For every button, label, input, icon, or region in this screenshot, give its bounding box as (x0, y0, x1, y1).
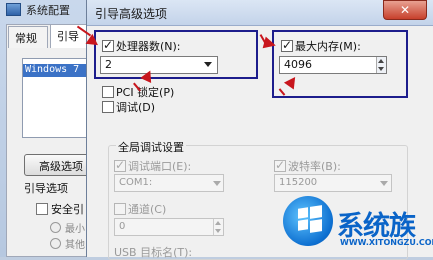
debug-label: 调试(D) (116, 101, 156, 114)
spin-down-icon[interactable] (215, 229, 221, 233)
windows-logo-pane (310, 205, 322, 219)
debug-port-dropdown[interactable]: COM1: (114, 174, 224, 192)
windows-logo-pane (298, 219, 308, 231)
windows-logo-pane (310, 219, 322, 233)
baud-rate-label: 波特率(B): (288, 160, 341, 173)
windows-logo-pane (298, 207, 308, 219)
chevron-down-icon (213, 181, 221, 186)
spin-up-icon[interactable] (215, 221, 221, 225)
advanced-options-button[interactable]: 高级选项 (24, 154, 92, 176)
close-button[interactable]: ✕ (383, 0, 427, 20)
watermark-logo-icon (283, 196, 333, 246)
pci-lock-label: PCI 锁定(P) (116, 86, 175, 99)
system-config-app-icon (6, 3, 21, 16)
other-radio[interactable] (50, 238, 61, 249)
safe-boot-label: 安全引 (51, 203, 84, 216)
chevron-down-icon (380, 181, 388, 186)
pci-lock-checkbox[interactable] (102, 86, 114, 98)
usb-target-label: USB 目标名(T): (114, 246, 193, 259)
tab-boot[interactable]: 引导 (50, 24, 90, 48)
boot-options-group-label: 引导选项 (24, 182, 68, 195)
dialog-title: 引导高级选项 (95, 7, 168, 21)
processors-highlight-box (94, 30, 258, 79)
other-radio-label: 其他 (65, 240, 85, 251)
debug-checkbox[interactable] (102, 101, 114, 113)
safe-boot-checkbox[interactable] (36, 203, 48, 215)
channel-label: 通道(C) (128, 203, 167, 216)
boot-entry-item[interactable]: Windows 7 (23, 64, 91, 77)
channel-input[interactable]: 0 (114, 218, 224, 236)
watermark-url: WWW.XITONGZU.COM (340, 238, 433, 247)
system-config-title: 系统配置 (26, 4, 70, 17)
baud-rate-dropdown[interactable]: 115200 (274, 174, 392, 192)
baud-rate-checkbox[interactable] (274, 158, 286, 172)
global-debug-group-label: 全局调试设置 (116, 139, 186, 155)
minimal-radio-label: 最小 (65, 224, 85, 235)
channel-checkbox[interactable] (114, 203, 126, 215)
tab-general[interactable]: 常规 (8, 26, 48, 48)
debug-port-label: 调试端口(E): (128, 160, 192, 173)
debug-port-checkbox[interactable] (114, 158, 126, 172)
minimal-radio[interactable] (50, 222, 61, 233)
